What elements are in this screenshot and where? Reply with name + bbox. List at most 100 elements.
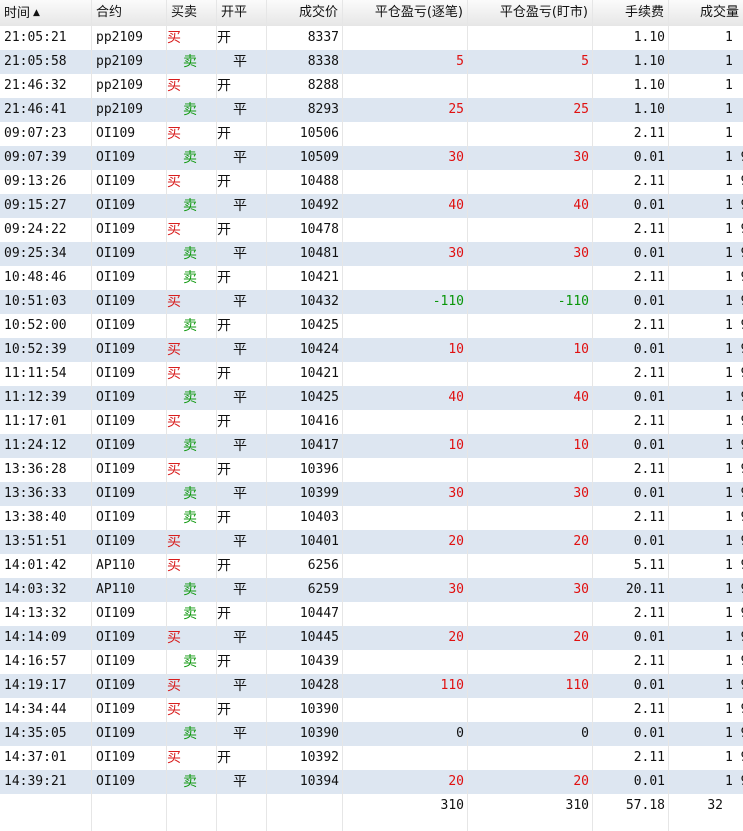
table-row[interactable]: 14:01:42 AP110 买 开 6256 5.11 1 9 [0, 554, 743, 578]
contract-cell: OI109 [96, 654, 136, 669]
pnl-trade-cell [343, 314, 468, 338]
column-header-side[interactable]: 买卖 [167, 0, 217, 26]
table-row[interactable]: 21:05:58 pp2109 卖 平 8338 5 5 1.10 1 [0, 50, 743, 74]
price-cell: 10492 [299, 198, 339, 213]
table-row[interactable]: 09:07:23 OI109 买 开 10506 2.11 1 [0, 122, 743, 146]
side-cell: 卖 [183, 606, 197, 622]
pnl-mark-cell: 30 [573, 582, 589, 597]
side-cell: 买 [167, 30, 181, 46]
column-header-pnl-mark[interactable]: 平仓盈亏(盯市) [468, 0, 593, 26]
pnl-trade-cell [343, 410, 468, 434]
time-cell: 09:13:26 [4, 174, 67, 189]
qty-cell: 1 9 [725, 342, 743, 357]
table-row[interactable]: 14:13:32 OI109 卖 开 10447 2.11 1 9 [0, 602, 743, 626]
pnl-trade-cell [343, 170, 468, 194]
table-row[interactable]: 11:12:39 OI109 卖 平 10425 40 40 0.01 1 9 [0, 386, 743, 410]
contract-cell: OI109 [96, 390, 136, 405]
pnl-trade-cell: -110 [432, 294, 464, 309]
price-cell: 10425 [299, 318, 339, 333]
pnl-mark-cell [468, 314, 593, 338]
open-close-cell: 平 [233, 198, 247, 214]
sort-ascending-icon: ▲ [33, 8, 40, 18]
price-cell: 10416 [299, 414, 339, 429]
table-row[interactable]: 09:13:26 OI109 买 开 10488 2.11 1 9 [0, 170, 743, 194]
pnl-trade-cell [343, 554, 468, 578]
table-row[interactable]: 13:36:28 OI109 买 开 10396 2.11 1 9 [0, 458, 743, 482]
column-divider [342, 0, 343, 831]
pnl-trade-cell [343, 746, 468, 770]
fee-cell: 2.11 [633, 270, 665, 285]
qty-cell: 1 [725, 102, 733, 117]
open-close-cell: 平 [233, 534, 247, 550]
pnl-mark-cell [468, 698, 593, 722]
table-row[interactable]: 11:24:12 OI109 卖 平 10417 10 10 0.01 1 9 [0, 434, 743, 458]
table-row[interactable]: 09:15:27 OI109 卖 平 10492 40 40 0.01 1 9 [0, 194, 743, 218]
qty-cell: 1 9 [725, 486, 743, 501]
column-header-price[interactable]: 成交价 [267, 0, 343, 26]
time-cell: 09:15:27 [4, 198, 67, 213]
table-row[interactable]: 09:24:22 OI109 买 开 10478 2.11 1 9 [0, 218, 743, 242]
contract-cell: OI109 [96, 126, 136, 141]
table-row[interactable]: 14:14:09 OI109 买 平 10445 20 20 0.01 1 9 [0, 626, 743, 650]
time-cell: 14:14:09 [4, 630, 67, 645]
table-row[interactable]: 09:25:34 OI109 卖 平 10481 30 30 0.01 1 9 [0, 242, 743, 266]
table-row[interactable]: 11:17:01 OI109 买 开 10416 2.11 1 9 [0, 410, 743, 434]
table-row[interactable]: 14:37:01 OI109 买 开 10392 2.11 1 9 [0, 746, 743, 770]
contract-cell: pp2109 [96, 102, 143, 117]
side-cell: 卖 [183, 438, 197, 454]
table-row[interactable]: 21:05:21 pp2109 买 开 8337 1.10 1 [0, 26, 743, 50]
table-row[interactable]: 14:16:57 OI109 卖 开 10439 2.11 1 9 [0, 650, 743, 674]
table-row[interactable]: 10:52:00 OI109 卖 开 10425 2.11 1 9 [0, 314, 743, 338]
table-row[interactable]: 14:03:32 AP110 卖 平 6259 30 30 20.11 1 9 [0, 578, 743, 602]
price-cell: 10506 [299, 126, 339, 141]
table-row[interactable]: 21:46:32 pp2109 买 开 8288 1.10 1 [0, 74, 743, 98]
side-cell: 买 [167, 702, 181, 718]
open-close-cell: 开 [217, 606, 231, 622]
column-header-contract[interactable]: 合约 [92, 0, 167, 26]
side-cell: 买 [167, 78, 181, 94]
table-row[interactable]: 14:19:17 OI109 买 平 10428 110 110 0.01 1 9 [0, 674, 743, 698]
column-header-fee[interactable]: 手续费 [593, 0, 669, 26]
column-header-time[interactable]: 时间 ▲ [0, 0, 92, 26]
table-row[interactable]: 10:48:46 OI109 卖 开 10421 2.11 1 9 [0, 266, 743, 290]
qty-cell: 1 9 [725, 702, 743, 717]
side-cell: 买 [167, 366, 181, 382]
table-row[interactable]: 13:38:40 OI109 卖 开 10403 2.11 1 9 [0, 506, 743, 530]
qty-cell: 1 9 [725, 270, 743, 285]
pnl-mark-cell [468, 602, 593, 626]
open-close-cell: 平 [233, 342, 247, 358]
side-cell: 卖 [183, 582, 197, 598]
open-close-cell: 开 [217, 78, 231, 94]
side-cell: 买 [167, 174, 181, 190]
open-close-cell: 平 [233, 246, 247, 262]
pnl-trade-cell: 30 [448, 486, 464, 501]
column-header-qty[interactable]: 成交量 [669, 0, 743, 26]
table-row[interactable]: 13:51:51 OI109 买 平 10401 20 20 0.01 1 9 [0, 530, 743, 554]
qty-cell: 1 9 [725, 654, 743, 669]
table-row[interactable]: 10:51:03 OI109 买 平 10432 -110 -110 0.01 1 9 [0, 290, 743, 314]
price-cell: 10447 [299, 606, 339, 621]
table-row[interactable]: 10:52:39 OI109 买 平 10424 10 10 0.01 1 9 [0, 338, 743, 362]
pnl-mark-cell [468, 458, 593, 482]
total-pnl-mark: 310 [565, 798, 589, 813]
table-row[interactable]: 14:34:44 OI109 买 开 10390 2.11 1 9 [0, 698, 743, 722]
price-cell: 10390 [299, 726, 339, 741]
open-close-cell: 开 [217, 558, 231, 574]
table-row[interactable]: 13:36:33 OI109 卖 平 10399 30 30 0.01 1 9 [0, 482, 743, 506]
fee-cell: 0.01 [633, 198, 665, 213]
table-row[interactable]: 14:39:21 OI109 卖 平 10394 20 20 0.01 1 9 [0, 770, 743, 794]
pnl-trade-cell: 5 [456, 54, 464, 69]
table-row[interactable]: 11:11:54 OI109 买 开 10421 2.11 1 9 [0, 362, 743, 386]
side-cell: 买 [167, 342, 181, 358]
contract-cell: pp2109 [96, 30, 143, 45]
qty-cell: 1 9 [725, 630, 743, 645]
table-row[interactable]: 21:46:41 pp2109 卖 平 8293 25 25 1.10 1 [0, 98, 743, 122]
column-header-open-close[interactable]: 开平 [217, 0, 267, 26]
table-row[interactable]: 14:35:05 OI109 卖 平 10390 0 0 0.01 1 9 [0, 722, 743, 746]
table-row[interactable]: 09:07:39 OI109 卖 平 10509 30 30 0.01 1 9 [0, 146, 743, 170]
time-cell: 14:37:01 [4, 750, 67, 765]
time-cell: 21:46:32 [4, 78, 67, 93]
time-cell: 13:36:28 [4, 462, 67, 477]
qty-cell: 1 9 [725, 678, 743, 693]
column-header-pnl-trade[interactable]: 平仓盈亏(逐笔) [343, 0, 468, 26]
